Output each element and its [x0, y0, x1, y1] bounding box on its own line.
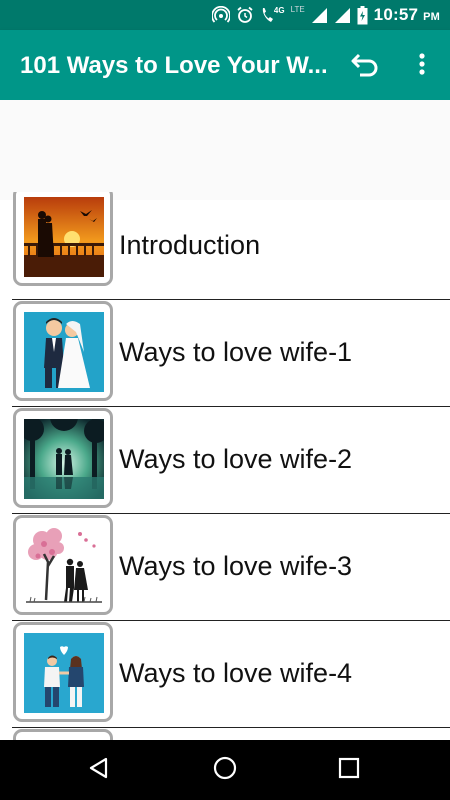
status-bar: 4G LTE 10:57 PM [0, 0, 450, 30]
navigation-bar [0, 740, 450, 800]
couple-heart-tree-thumbnail [24, 526, 104, 606]
list-item[interactable]: Ways to love wife-1 [12, 299, 450, 407]
thumbnail-frame [13, 301, 113, 401]
undo-button[interactable] [348, 50, 382, 82]
signal-icon [334, 7, 351, 24]
banner-area [0, 100, 450, 200]
clock-ampm: PM [423, 11, 440, 23]
home-button[interactable] [208, 754, 242, 786]
list-item-label: Ways to love wife-1 [119, 337, 353, 367]
list-item[interactable]: Ways to love wife-4 [12, 620, 450, 728]
network-type-label: 4G [273, 6, 285, 15]
couple-sunset-thumbnail [24, 197, 104, 277]
lte-label: LTE [290, 5, 305, 14]
list-item[interactable] [12, 727, 450, 740]
list-item[interactable]: Ways to love wife-3 [12, 513, 450, 621]
app-title: 101 Ways to Love Your W... [20, 52, 328, 79]
recents-icon [338, 757, 360, 784]
list-item-label: Ways to love wife-4 [119, 658, 353, 688]
thumbnail-frame [13, 729, 113, 740]
list-item[interactable]: Ways to love wife-2 [12, 406, 450, 514]
thumbnail-frame [13, 622, 113, 722]
couple-holding-hands-thumbnail [24, 633, 104, 713]
list-item[interactable]: Introduction [12, 192, 450, 300]
thumbnail-frame [13, 192, 113, 286]
wedding-couple-thumbnail [24, 312, 104, 392]
thumbnail-frame [13, 408, 113, 508]
chapter-list[interactable]: Introduction Ways to love wife-1 Ways to… [0, 192, 450, 740]
status-time: 10:57 PM [374, 5, 440, 25]
list-item-label: Ways to love wife-2 [119, 444, 353, 474]
app-bar: 101 Ways to Love Your W... [0, 30, 450, 100]
more-vert-icon [418, 52, 426, 81]
wifi-calling-icon: 4G [260, 6, 285, 24]
alarm-icon [236, 6, 254, 24]
more-options-button[interactable] [408, 50, 436, 82]
home-icon [212, 755, 238, 786]
thumbnail-frame [13, 515, 113, 615]
hotspot-icon [211, 6, 230, 24]
list-item-label: Introduction [119, 230, 261, 260]
back-button[interactable] [82, 754, 116, 786]
battery-charging-icon [357, 5, 368, 25]
signal-icon [311, 7, 328, 24]
back-icon [87, 756, 111, 785]
clock-time: 10:57 [373, 5, 419, 24]
couple-forest-thumbnail [24, 419, 104, 499]
undo-icon [350, 51, 380, 82]
recents-button[interactable] [332, 754, 366, 786]
list-item-label: Ways to love wife-3 [119, 551, 353, 581]
